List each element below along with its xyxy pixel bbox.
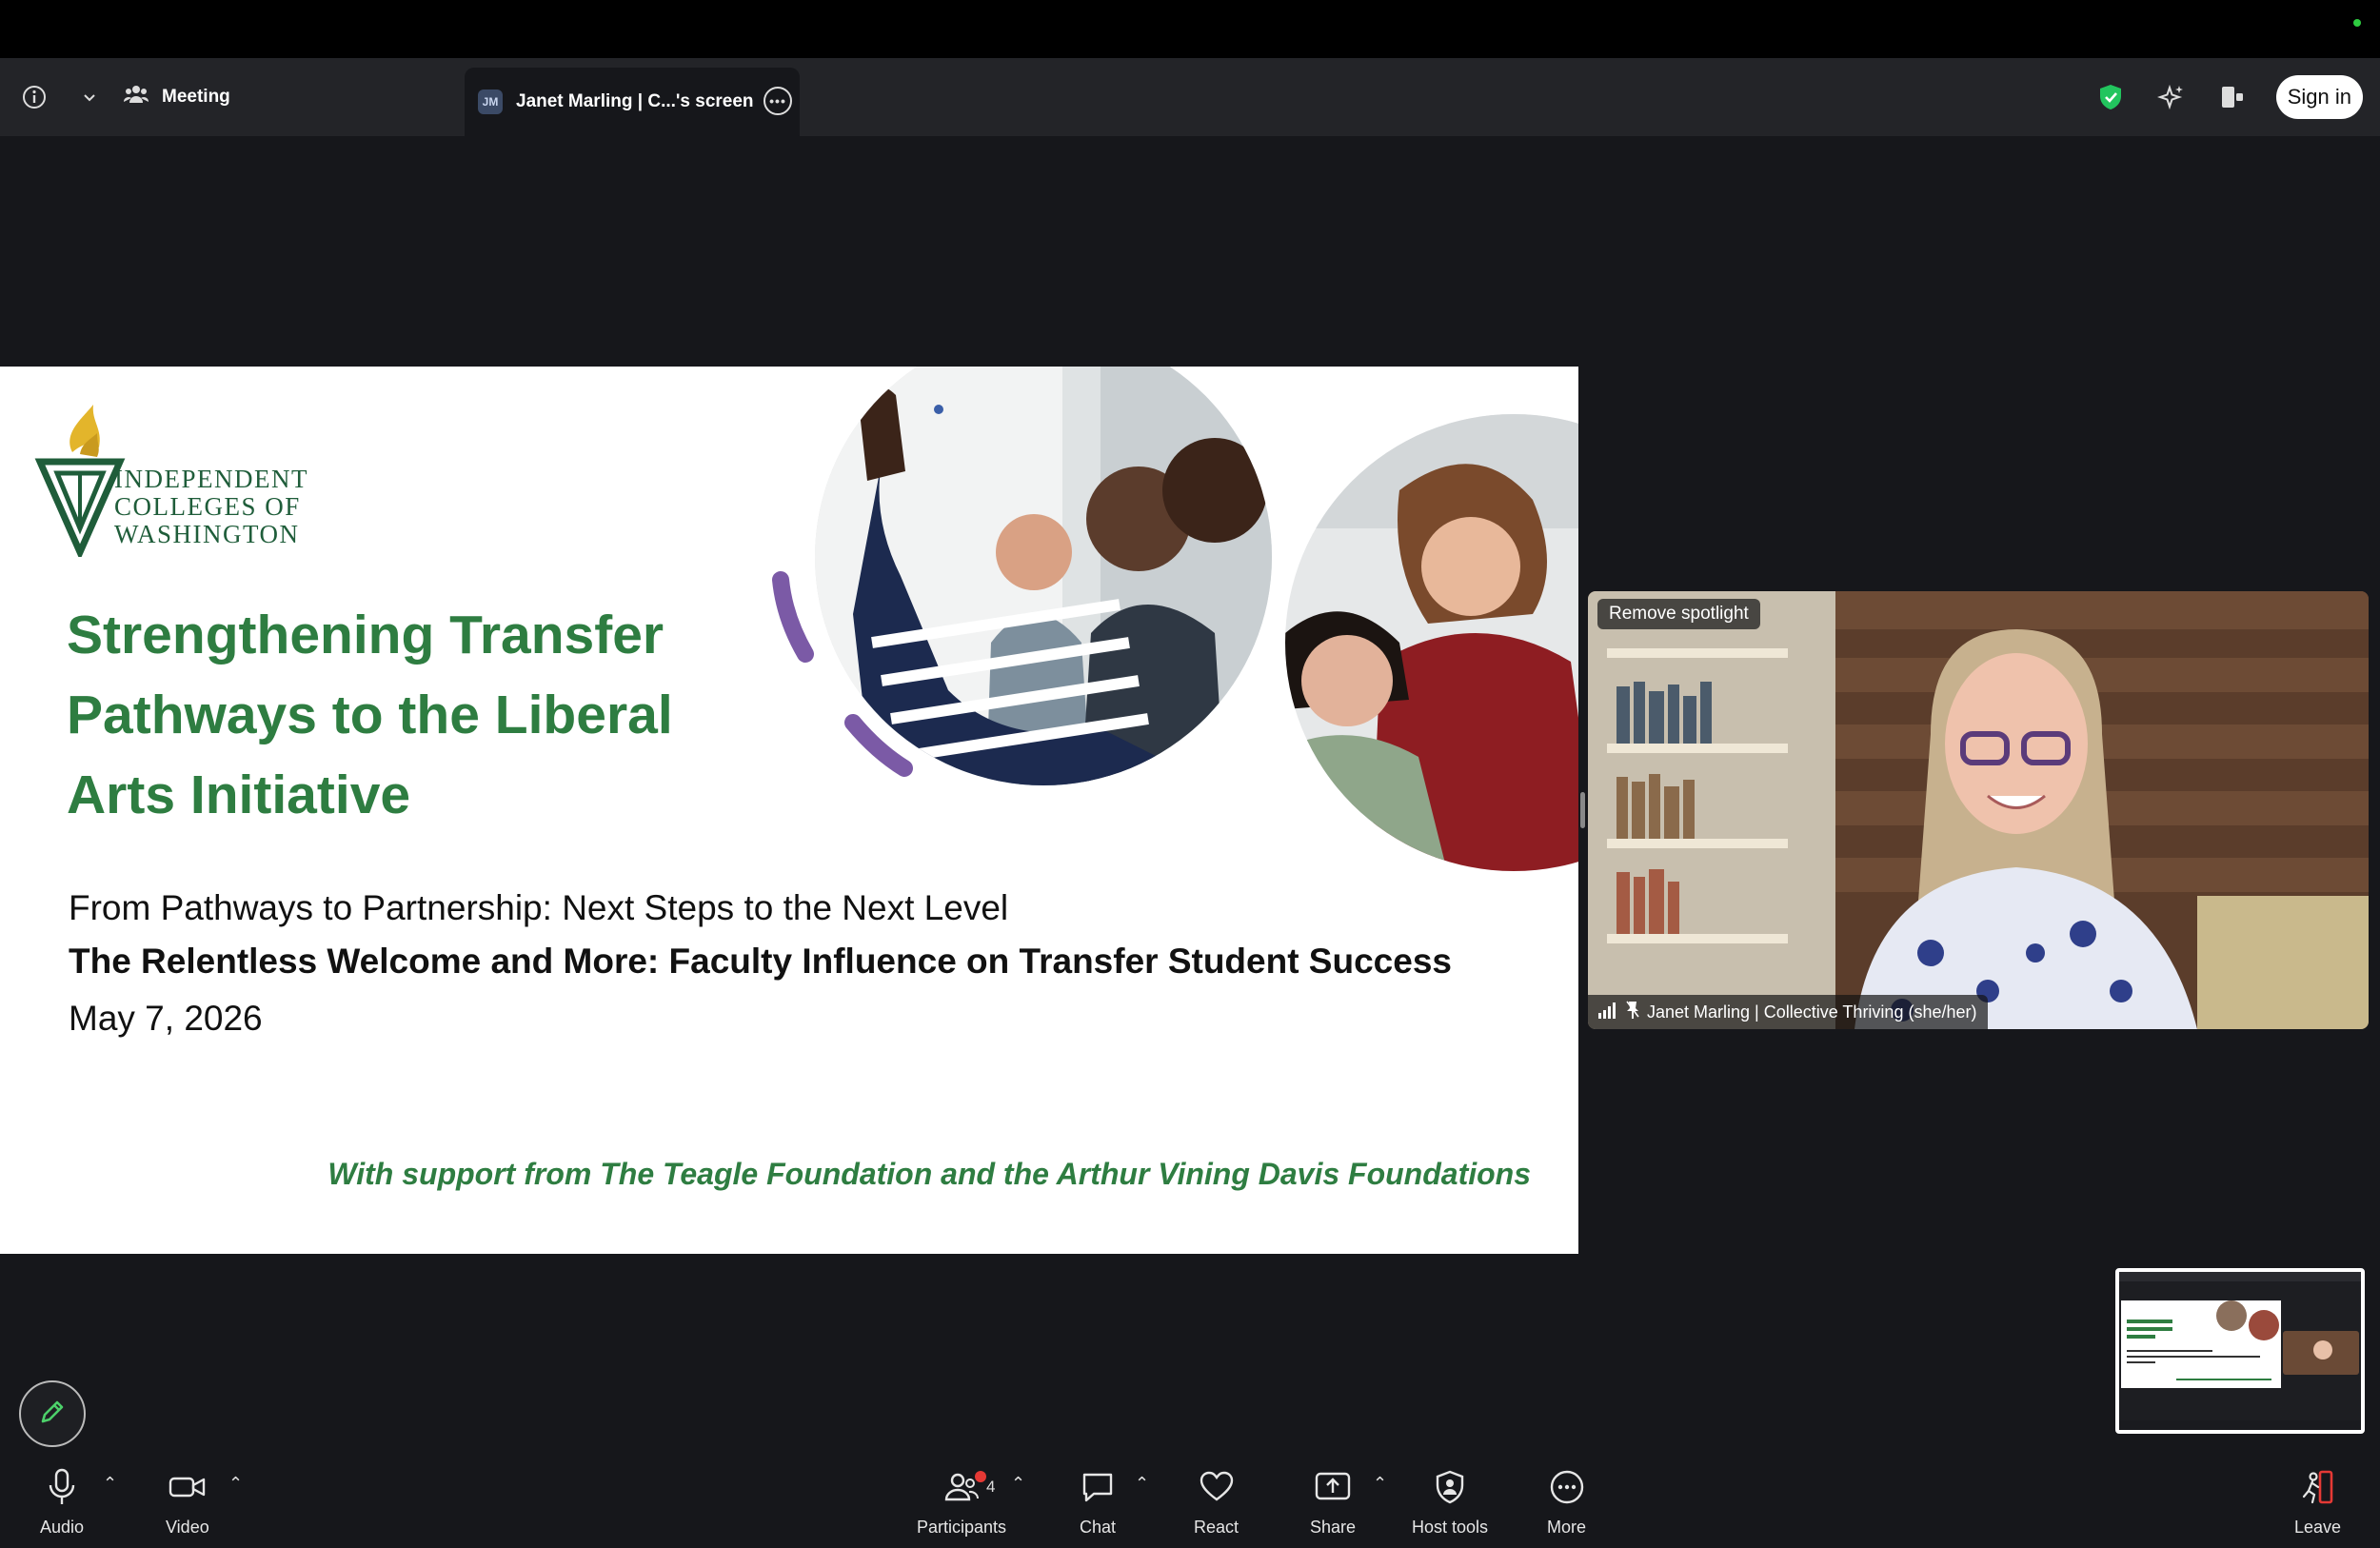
audio-options-caret[interactable]: ⌃ [103,1474,117,1494]
host-tools-button[interactable]: Host tools [1412,1466,1488,1538]
title-line: Strengthening Transfer [67,605,664,665]
sign-in-button[interactable]: Sign in [2275,75,2363,119]
tab-meeting[interactable]: Meeting [124,75,230,119]
remove-spotlight-button[interactable]: Remove spotlight [1597,599,1760,629]
meeting-icon [124,83,149,111]
title-bar [0,0,2380,58]
leave-label: Leave [2294,1518,2342,1537]
icw-logo-text: INDEPENDENT COLLEGES OF WASHINGTON [114,466,308,548]
video-label: Video [166,1518,209,1537]
participants-options-caret[interactable]: ⌃ [1011,1474,1025,1494]
slide-date: May 7, 2026 [69,999,263,1038]
annotate-button[interactable] [19,1380,86,1447]
shared-screen-slide: INDEPENDENT COLLEGES OF WASHINGTON Stren… [0,367,1578,1254]
logo-line: WASHINGTON [114,520,300,548]
title-line: Arts Initiative [67,764,411,825]
share-button[interactable]: Share [1310,1466,1356,1538]
logo-line: INDEPENDENT [114,465,308,493]
chat-icon [1081,1466,1115,1508]
presenter-avatar: JM [478,89,503,114]
microphone-icon [48,1466,76,1508]
chat-button[interactable]: Chat [1080,1466,1116,1538]
more-button[interactable]: More [1547,1466,1586,1538]
signal-strength-icon [1597,1002,1618,1023]
participant-name: Janet Marling | Collective Thriving (she… [1647,1002,1977,1022]
zoom-window: Meeting JM Janet Marling | C...'s screen… [0,0,2380,1548]
share-icon [1315,1466,1351,1508]
shield-check-icon[interactable] [2093,80,2128,114]
react-label: React [1194,1518,1240,1537]
video-button[interactable]: Video [166,1466,209,1538]
participant-video[interactable]: Remove spotlight Janet Marling | Collect… [1588,591,2369,1029]
host-shield-icon [1435,1466,1465,1508]
chat-label: Chat [1080,1518,1117,1537]
pin-icon [1626,1001,1639,1024]
layout-icon[interactable] [2215,80,2250,114]
slide-support-line: With support from The Teagle Foundation … [327,1157,1531,1191]
video-options-caret[interactable]: ⌃ [228,1474,243,1494]
decorative-arc [772,571,913,777]
more-icon [1549,1466,1585,1508]
leave-icon [2299,1466,2337,1508]
react-button[interactable]: React [1194,1466,1239,1538]
teacher-student-photo [1285,414,1578,871]
heart-icon [1199,1466,1235,1508]
logo-line: COLLEGES OF [114,492,301,521]
ai-sparkle-icon[interactable] [2154,80,2189,114]
participant-name-tag: Janet Marling | Collective Thriving (she… [1588,995,1989,1029]
participant-video-feed [1588,591,2369,1029]
info-icon[interactable] [17,80,51,114]
split-view-handle[interactable] [1580,792,1585,828]
share-options-caret[interactable]: ⌃ [1373,1474,1387,1494]
self-view-thumbnail[interactable] [2115,1268,2365,1434]
camera-indicator [2353,19,2361,27]
participants-icon [944,1466,980,1508]
pencil-icon [36,1396,69,1433]
slide-session-title: The Relentless Welcome and More: Faculty… [69,942,1452,981]
tab-shared-screen[interactable]: JM Janet Marling | C...'s screen ••• [465,68,800,136]
tab-meeting-label: Meeting [162,87,230,107]
more-label: More [1547,1518,1587,1537]
participants-count: 4 [986,1478,996,1496]
thumbnail-preview [2119,1272,2361,1430]
slide-subtitle: From Pathways to Partnership: Next Steps… [69,888,1009,927]
notification-badge [975,1471,986,1482]
more-options-icon[interactable]: ••• [764,87,792,115]
title-line: Pathways to the Liberal [67,685,673,745]
slide-title: Strengthening Transfer Pathways to the L… [67,595,733,835]
tab-shared-screen-label: Janet Marling | C...'s screen [516,91,754,111]
audio-label: Audio [40,1518,85,1537]
chevron-down-icon[interactable] [72,80,107,114]
chat-options-caret[interactable]: ⌃ [1135,1474,1149,1494]
host-tools-label: Host tools [1412,1518,1489,1537]
share-label: Share [1310,1518,1357,1537]
camera-icon [169,1466,207,1508]
meeting-tab-bar: Meeting JM Janet Marling | C...'s screen… [0,58,2380,136]
participants-label: Participants [917,1518,1007,1537]
audio-button[interactable]: Audio [40,1466,84,1538]
leave-button[interactable]: Leave [2294,1466,2341,1538]
